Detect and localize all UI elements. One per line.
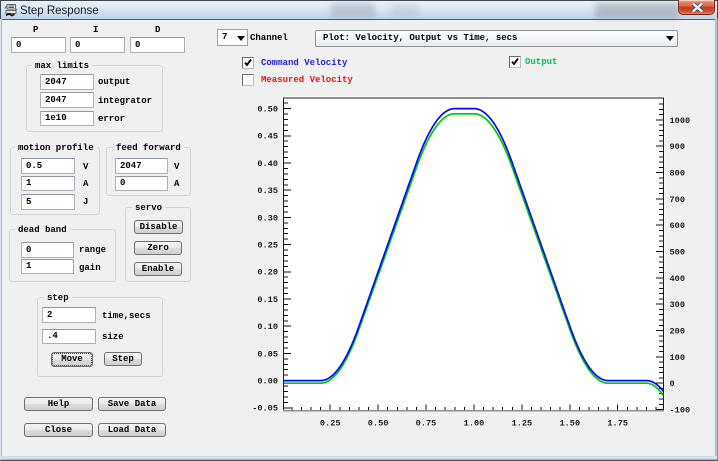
- svg-text:0.75: 0.75: [416, 419, 437, 429]
- svg-text:700: 700: [670, 195, 685, 205]
- svg-text:0.50: 0.50: [257, 105, 278, 115]
- svg-text:1.75: 1.75: [607, 419, 628, 429]
- svg-text:1.50: 1.50: [559, 419, 580, 429]
- svg-text:0.20: 0.20: [257, 268, 278, 278]
- svg-text:500: 500: [670, 248, 685, 258]
- svg-text:-0.05: -0.05: [252, 404, 278, 414]
- svg-text:0.05: 0.05: [257, 349, 278, 359]
- svg-text:600: 600: [670, 221, 685, 231]
- svg-text:1000: 1000: [670, 116, 691, 126]
- svg-text:1.00: 1.00: [464, 419, 485, 429]
- svg-text:-100: -100: [670, 405, 691, 415]
- svg-text:0: 0: [670, 379, 675, 389]
- svg-text:200: 200: [670, 326, 685, 336]
- svg-text:400: 400: [670, 274, 685, 284]
- svg-text:800: 800: [670, 169, 685, 179]
- svg-text:0.00: 0.00: [257, 377, 278, 387]
- svg-text:100: 100: [670, 353, 685, 363]
- svg-text:0.40: 0.40: [257, 159, 278, 169]
- svg-text:1.25: 1.25: [512, 419, 533, 429]
- svg-text:0.45: 0.45: [257, 132, 278, 142]
- svg-text:900: 900: [670, 142, 685, 152]
- svg-text:0.30: 0.30: [257, 213, 278, 223]
- svg-text:0.35: 0.35: [257, 186, 278, 196]
- svg-text:0.25: 0.25: [320, 419, 341, 429]
- svg-text:0.10: 0.10: [257, 322, 278, 332]
- svg-text:0.50: 0.50: [368, 419, 389, 429]
- svg-text:0.25: 0.25: [257, 241, 278, 251]
- svg-text:300: 300: [670, 300, 685, 310]
- svg-text:0.15: 0.15: [257, 295, 278, 305]
